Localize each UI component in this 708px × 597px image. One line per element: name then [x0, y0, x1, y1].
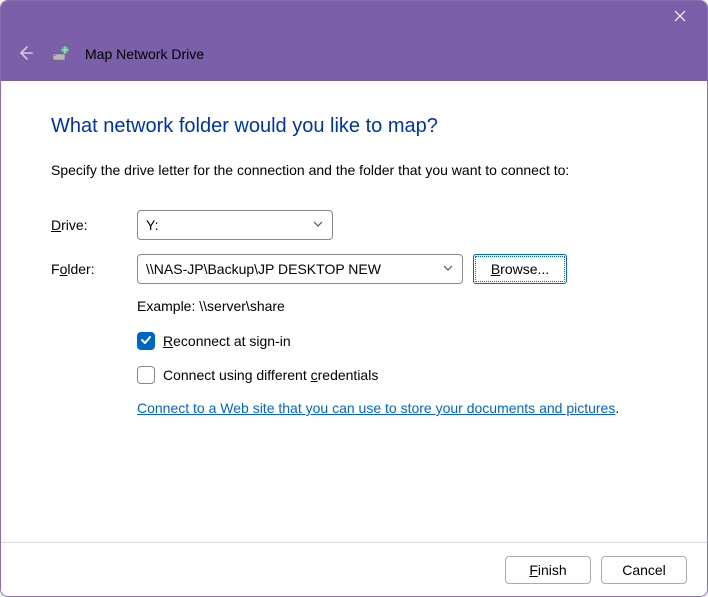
folder-label: Folder: [51, 261, 137, 277]
page-heading: What network folder would you like to ma… [51, 115, 657, 138]
header-title: Map Network Drive [85, 46, 204, 62]
drive-row: Drive: Y: [51, 210, 657, 240]
titlebar [1, 1, 707, 33]
drive-label: Drive: [51, 217, 137, 233]
reconnect-checkbox-row: Reconnect at sign-in [137, 332, 657, 350]
back-arrow-icon [16, 44, 34, 65]
chevron-down-icon [312, 217, 324, 233]
reconnect-label: Reconnect at sign-in [163, 333, 291, 349]
credentials-checkbox[interactable] [137, 366, 155, 384]
credentials-label: Connect using different credentials [163, 367, 378, 383]
website-link-row: Connect to a Web site that you can use t… [137, 400, 657, 416]
connect-website-link[interactable]: Connect to a Web site that you can use t… [137, 400, 615, 416]
instruction-text: Specify the drive letter for the connect… [51, 162, 657, 178]
credentials-checkbox-row: Connect using different credentials [137, 366, 657, 384]
reconnect-checkbox[interactable] [137, 332, 155, 350]
folder-combo[interactable]: \\NAS-JP\Backup\JP DESKTOP NEW [137, 254, 463, 284]
example-text: Example: \\server\share [137, 298, 657, 314]
drive-value: Y: [146, 217, 158, 233]
check-icon [140, 333, 152, 349]
browse-button[interactable]: Browse... [473, 254, 567, 284]
network-drive-icon [51, 44, 71, 64]
cancel-button[interactable]: Cancel [601, 556, 687, 584]
header-bar: Map Network Drive [1, 33, 707, 81]
close-button[interactable] [657, 1, 703, 33]
finish-button[interactable]: Finish [505, 556, 591, 584]
folder-value: \\NAS-JP\Backup\JP DESKTOP NEW [146, 261, 381, 277]
close-icon [674, 9, 686, 25]
back-button [13, 42, 37, 66]
chevron-down-icon [442, 261, 454, 277]
content-area: What network folder would you like to ma… [1, 81, 707, 542]
folder-row: Folder: \\NAS-JP\Backup\JP DESKTOP NEW B… [51, 254, 657, 284]
footer: Finish Cancel [1, 542, 707, 596]
options-block: Example: \\server\share Reconnect at sig… [137, 298, 657, 416]
map-network-drive-window: Map Network Drive What network folder wo… [0, 0, 708, 597]
drive-select[interactable]: Y: [137, 210, 333, 240]
